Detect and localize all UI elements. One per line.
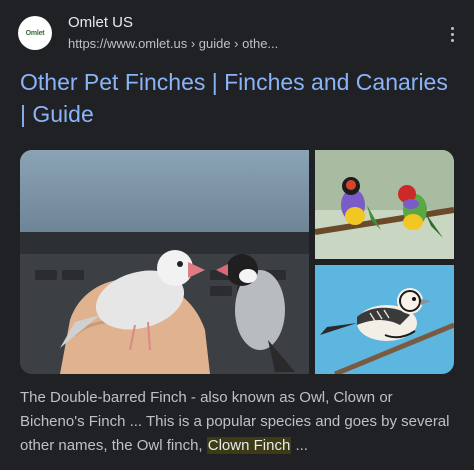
favicon-logo-text: Omlet [25, 29, 45, 37]
snippet-highlight: Clown Finch [206, 437, 292, 454]
snippet-ellipsis: ... [291, 437, 308, 454]
result-snippet: The Double-barred Finch - also known as … [20, 386, 460, 458]
result-title-link[interactable]: Other Pet Finches | Finches and Canaries… [20, 66, 460, 130]
site-name[interactable]: Omlet US [68, 14, 133, 31]
site-url[interactable]: https://www.omlet.us › guide › othe... [68, 36, 278, 51]
more-options-icon[interactable] [444, 22, 460, 46]
image-java-sparrows[interactable] [20, 150, 309, 374]
result-header[interactable]: Omlet Omlet US https://www.omlet.us › gu… [18, 14, 458, 54]
image-gallery[interactable] [20, 150, 454, 374]
image-owl-finch[interactable] [315, 265, 454, 374]
image-gouldian-finches[interactable] [315, 150, 454, 259]
site-favicon: Omlet [18, 16, 52, 50]
